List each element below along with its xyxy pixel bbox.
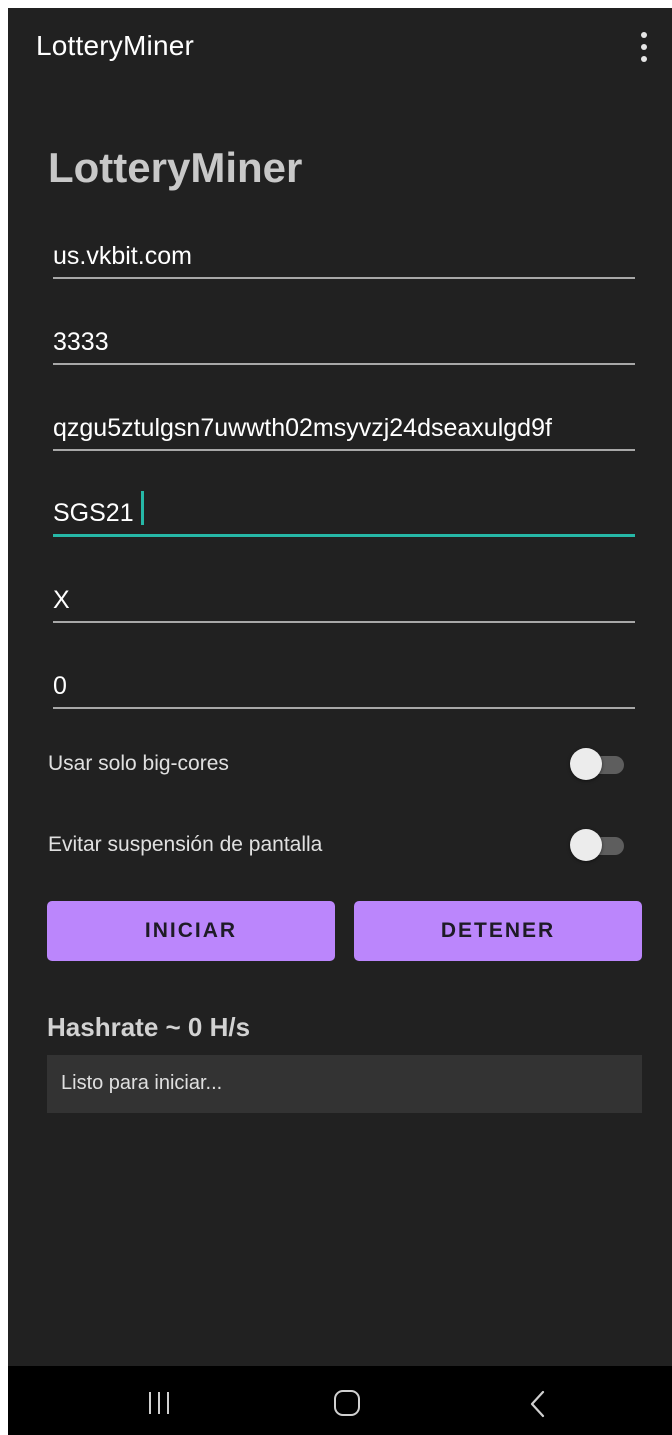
stop-button[interactable]: DETENER bbox=[354, 901, 642, 961]
hashrate-label: Hashrate ~ 0 H/s bbox=[47, 1012, 251, 1042]
more-vert-icon[interactable] bbox=[636, 30, 652, 64]
app-bar-title: LotteryMiner bbox=[36, 30, 195, 61]
page-title: LotteryMiner bbox=[48, 144, 303, 191]
worker-name-field[interactable] bbox=[53, 477, 635, 537]
switch-thumb bbox=[570, 829, 602, 861]
threads-input[interactable] bbox=[53, 672, 635, 701]
wallet-address-input[interactable] bbox=[53, 414, 635, 443]
text-caret bbox=[141, 491, 144, 525]
password-field[interactable] bbox=[53, 563, 635, 623]
keep-screen-on-row: Evitar suspensión de pantalla bbox=[48, 823, 640, 867]
pool-host-input[interactable] bbox=[53, 242, 635, 271]
big-cores-switch[interactable] bbox=[570, 748, 626, 780]
log-text: Listo para iniciar... bbox=[61, 1072, 223, 1094]
recents-icon[interactable] bbox=[149, 1392, 171, 1416]
switch-thumb bbox=[570, 748, 602, 780]
app-screen: LotteryMiner LotteryMiner Usar solo big-… bbox=[8, 8, 672, 1435]
start-button[interactable]: INICIAR bbox=[47, 901, 335, 961]
keep-screen-on-label: Evitar suspensión de pantalla bbox=[48, 833, 323, 856]
pool-port-input[interactable] bbox=[53, 328, 635, 357]
wallet-address-field[interactable] bbox=[53, 391, 635, 451]
home-icon[interactable] bbox=[334, 1390, 360, 1416]
back-icon[interactable] bbox=[526, 1390, 550, 1418]
app-bar: LotteryMiner bbox=[8, 8, 672, 84]
big-cores-label: Usar solo big-cores bbox=[48, 752, 229, 775]
system-nav-bar bbox=[8, 1366, 672, 1435]
keep-screen-on-switch[interactable] bbox=[570, 829, 626, 861]
pool-port-field[interactable] bbox=[53, 305, 635, 365]
big-cores-row: Usar solo big-cores bbox=[48, 742, 640, 786]
pool-host-field[interactable] bbox=[53, 219, 635, 279]
password-input[interactable] bbox=[53, 586, 635, 615]
log-panel: Listo para iniciar... bbox=[47, 1055, 642, 1113]
threads-field[interactable] bbox=[53, 649, 635, 709]
